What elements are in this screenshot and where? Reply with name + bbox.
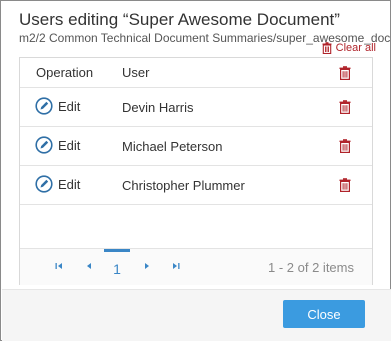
- pencil-circle-icon: [35, 136, 53, 154]
- grid-header: Operation User: [20, 58, 372, 88]
- user-name: Devin Harris: [122, 100, 194, 115]
- first-page-icon[interactable]: [54, 261, 64, 271]
- user-name: Michael Peterson: [122, 139, 223, 154]
- trash-icon[interactable]: [339, 139, 351, 153]
- clear-all-button[interactable]: Clear all: [322, 42, 376, 54]
- operation-label: Edit: [58, 137, 81, 153]
- column-header-user[interactable]: User: [122, 65, 149, 80]
- close-button[interactable]: Close: [283, 300, 365, 328]
- trash-icon: [322, 42, 332, 54]
- prev-page-icon[interactable]: [84, 261, 94, 271]
- pagination-info: 1 - 2 of 2 items: [268, 260, 354, 275]
- operation-cell: Edit: [35, 97, 80, 115]
- next-page-icon[interactable]: [142, 261, 152, 271]
- current-page-button[interactable]: 1: [104, 249, 130, 285]
- delete-all-icon[interactable]: [339, 66, 351, 80]
- clear-all-label: Clear all: [335, 42, 376, 54]
- trash-icon[interactable]: [339, 100, 351, 114]
- column-header-operation[interactable]: Operation: [36, 65, 93, 80]
- editors-grid: Operation User Edit Devin Harris Edit Mi…: [19, 57, 373, 285]
- operation-cell: Edit: [35, 136, 80, 154]
- users-editing-dialog: Users editing “Super Awesome Document” m…: [0, 0, 391, 341]
- operation-label: Edit: [58, 176, 81, 192]
- operation-cell: Edit: [35, 175, 80, 193]
- trash-icon[interactable]: [339, 178, 351, 192]
- table-row: Edit Devin Harris: [20, 88, 372, 127]
- operation-label: Edit: [58, 98, 81, 114]
- dialog-footer: Close: [2, 289, 391, 341]
- table-row: Edit Michael Peterson: [20, 127, 372, 166]
- dialog-title: Users editing “Super Awesome Document”: [19, 10, 340, 29]
- table-row: Edit Christopher Plummer: [20, 166, 372, 205]
- user-name: Christopher Plummer: [122, 178, 245, 193]
- last-page-icon[interactable]: [171, 261, 181, 271]
- pencil-circle-icon: [35, 175, 53, 193]
- pagination-bar: 1 1 - 2 of 2 items: [20, 248, 372, 285]
- pencil-circle-icon: [35, 97, 53, 115]
